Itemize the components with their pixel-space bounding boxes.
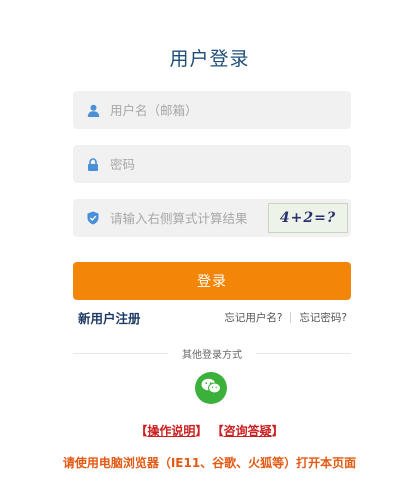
user-icon [86,103,100,117]
browser-notice: 请使用电脑浏览器（IE11、谷歌、火狐等）打开本页面 [62,456,357,470]
bracket: 】 [195,424,208,438]
forgot-username-link[interactable]: 忘记用户名? [224,310,282,325]
divider-line-right [256,353,351,354]
password-input[interactable] [110,156,260,172]
page-title: 用户登录 [169,48,250,70]
username-field[interactable] [73,91,351,129]
captcha-input[interactable] [110,210,270,226]
shield-check-icon [86,211,100,225]
other-login-divider: 其他登录方式 [73,346,351,361]
faq-link[interactable]: 咨询答疑 [224,424,272,438]
captcha-field[interactable]: 4+2=? [73,199,351,237]
bracket: 【 [135,424,148,438]
divider [290,312,292,323]
forgot-password-link[interactable]: 忘记密码? [299,310,347,325]
help-links: 【操作说明】 【咨询答疑】 [0,422,419,439]
username-input[interactable] [110,102,260,118]
login-button[interactable]: 登录 [73,262,351,300]
lock-icon [86,157,100,171]
wechat-login-button[interactable] [195,372,227,404]
password-field[interactable] [73,145,351,183]
bracket: 【 [211,424,224,438]
operation-guide-link[interactable]: 操作说明 [147,424,195,438]
bracket: 】 [271,424,284,438]
register-link[interactable]: 新用户注册 [78,308,141,327]
captcha-image[interactable]: 4+2=? [268,203,348,233]
wechat-icon [201,378,221,398]
forgot-links: 忘记用户名? 忘记密码? [224,310,347,325]
